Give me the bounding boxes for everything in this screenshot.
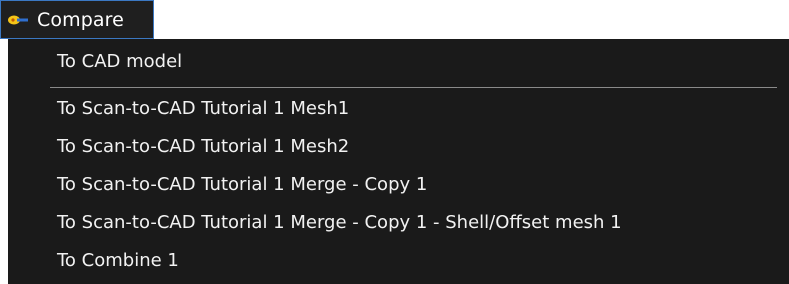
compare-menu-label: Compare <box>37 8 124 31</box>
menu-item-shell-offset-mesh-1[interactable]: To Scan-to-CAD Tutorial 1 Merge - Copy 1… <box>57 208 622 238</box>
menu-item-merge-copy-1[interactable]: To Scan-to-CAD Tutorial 1 Merge - Copy 1 <box>57 170 427 200</box>
menu-item-mesh1[interactable]: To Scan-to-CAD Tutorial 1 Mesh1 <box>57 94 349 124</box>
menu-item-combine-1[interactable]: To Combine 1 <box>57 246 179 276</box>
compare-menu-button[interactable]: Compare <box>0 0 154 39</box>
menu-item-to-cad-model[interactable]: To CAD model <box>57 47 182 77</box>
compare-dropdown-menu: To CAD model To Scan-to-CAD Tutorial 1 M… <box>8 39 789 284</box>
menu-item-mesh2[interactable]: To Scan-to-CAD Tutorial 1 Mesh2 <box>57 132 349 162</box>
menu-separator <box>50 87 777 88</box>
compare-icon <box>7 12 29 28</box>
